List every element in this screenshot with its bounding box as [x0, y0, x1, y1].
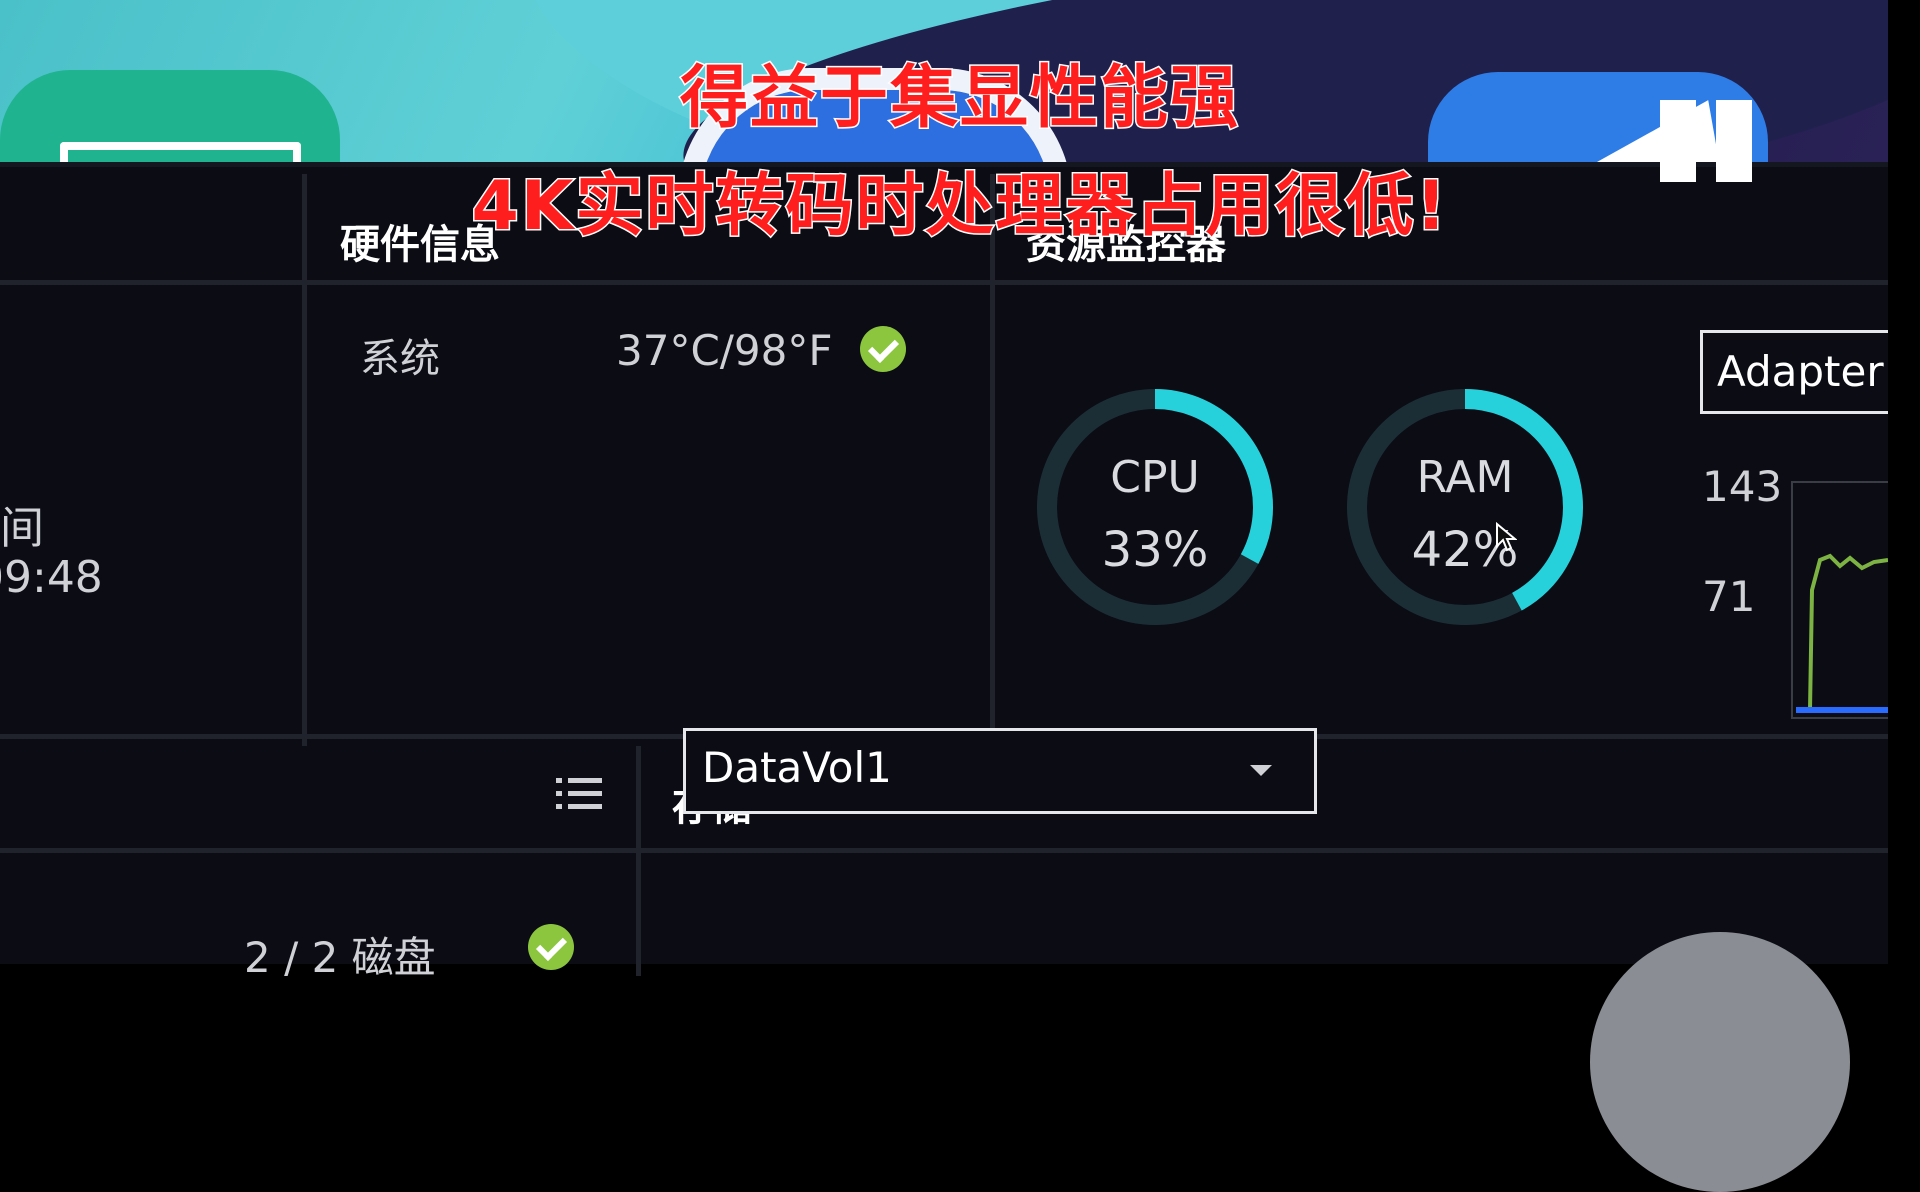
screen-edge: [1888, 0, 1920, 964]
cpu-value: 33%: [1101, 522, 1209, 578]
uptime-label: 间: [0, 503, 44, 554]
cpu-gauge: CPU 33%: [1030, 382, 1280, 632]
adapter-select-value: Adapter: [1717, 347, 1884, 396]
ram-gauge-ring: [1347, 389, 1583, 625]
uptime-value: 09:48: [0, 552, 103, 603]
system-temperature: 37°C/98°F: [616, 326, 833, 375]
caption-line-2: 4K实时转码时处理器占用很低!: [470, 166, 1449, 248]
mouse-cursor-icon: [1496, 522, 1517, 552]
volume-select[interactable]: DataVol1: [683, 728, 1317, 814]
cpu-label: CPU: [1110, 452, 1200, 503]
column-divider-2: [990, 174, 995, 746]
column-divider-1: [302, 174, 307, 746]
column-divider-3: [636, 746, 641, 976]
disk-count: 2 / 2 磁盘: [244, 933, 436, 982]
bottom-header-divider: [0, 848, 1888, 853]
graph-tick-mid: 71: [1702, 572, 1756, 621]
ram-gauge: RAM 42%: [1340, 382, 1590, 632]
check-circle-icon: [528, 924, 574, 970]
adapter-select[interactable]: Adapter: [1700, 330, 1906, 414]
header-divider: [0, 280, 1888, 285]
storage-pie-chart: [1590, 932, 1850, 1192]
ram-value: 42%: [1411, 522, 1519, 578]
caption-line-1: 得益于集显性能强: [678, 58, 1240, 140]
graph-line-green: [1808, 553, 1889, 711]
cpu-gauge-ring: [1037, 389, 1273, 625]
list-icon[interactable]: [556, 774, 604, 814]
chevron-down-icon: [1250, 765, 1272, 776]
graph-tick-high: 143: [1702, 462, 1783, 511]
volume-select-value: DataVol1: [702, 743, 892, 792]
ram-label: RAM: [1416, 452, 1514, 503]
dashboard-panel: 间 09:48 硬件信息 系统 37°C/98°F 资源监控器 CPU 33% …: [0, 162, 1920, 1192]
check-circle-icon: [860, 326, 906, 372]
system-label: 系统: [360, 336, 440, 382]
